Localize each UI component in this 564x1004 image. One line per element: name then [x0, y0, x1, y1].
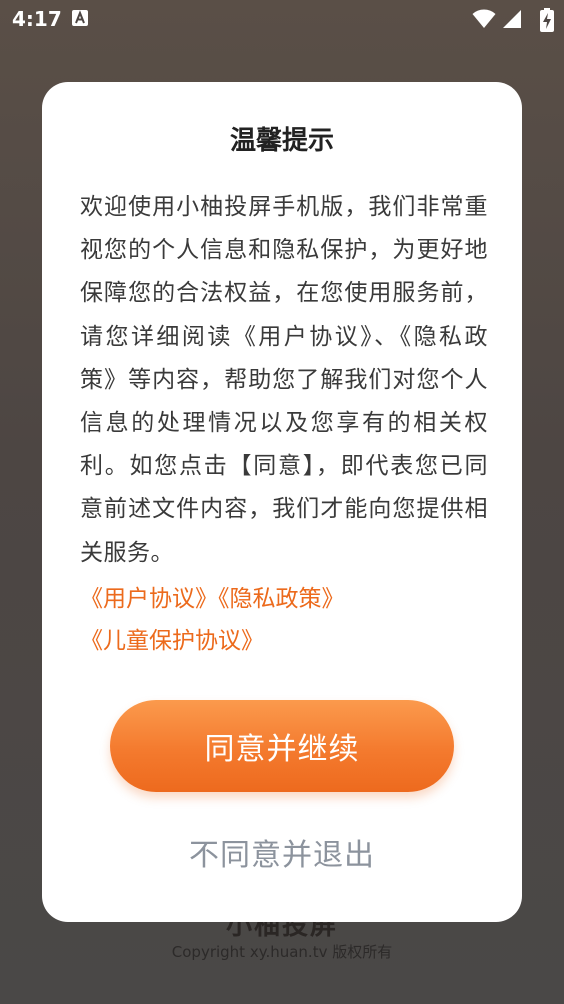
agree-continue-button[interactable]: 同意并继续 — [110, 700, 454, 792]
user-agreement-link[interactable]: 《用户协议》 — [80, 586, 218, 612]
privacy-dialog: 温馨提示 欢迎使用小柚投屏手机版，我们非常重视您的个人信息和隐私保护，为更好地保… — [42, 82, 522, 922]
a-text-icon — [72, 10, 88, 26]
privacy-policy-link[interactable]: 《隐私政策》 — [218, 586, 345, 612]
status-bar: 4:17 — [0, 0, 564, 38]
dialog-body-text: 欢迎使用小柚投屏手机版，我们非常重视您的个人信息和隐私保护，为更好地保障您的合法… — [80, 194, 488, 566]
status-time: 4:17 — [12, 7, 62, 31]
dialog-title: 温馨提示 — [229, 126, 334, 156]
child-protection-link[interactable]: 《儿童保护协议》 — [80, 628, 264, 654]
background-copyright: Copyright xy.huan.tv 版权所有 — [171, 943, 393, 961]
agreement-links: 《用户协议》《隐私政策》 《儿童保护协议》 — [80, 578, 500, 662]
battery-charging-icon — [540, 8, 554, 32]
wifi-icon — [472, 9, 496, 28]
signal-icon — [503, 10, 521, 28]
disagree-exit-button[interactable]: 不同意并退出 — [110, 824, 454, 880]
